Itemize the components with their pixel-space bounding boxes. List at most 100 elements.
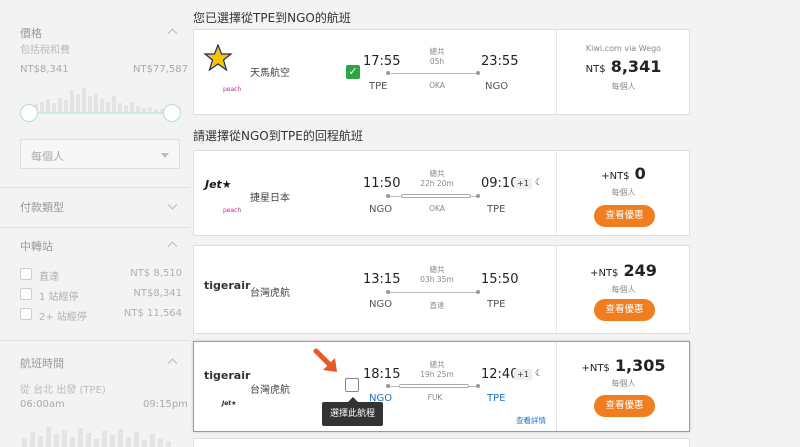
airline-name: 台灣虎航 (250, 385, 290, 396)
payment-type-filter-title[interactable]: 付款類型 (20, 199, 64, 215)
airline-name: 台灣虎航 (250, 288, 290, 299)
arrive-time: 23:55 (481, 54, 519, 69)
view-deal-button[interactable]: 查看優惠 (594, 395, 655, 417)
price-max-label: NT$77,587 (133, 64, 188, 75)
route-segment-bar (399, 384, 469, 388)
duration-label: 總共 (429, 169, 445, 178)
arrive-airport: TPE (487, 393, 506, 404)
next-day-badge: +1 (514, 178, 532, 189)
divider (0, 340, 190, 341)
price-slider-track[interactable] (28, 112, 172, 114)
stops-option-two-plus[interactable]: 2+ 站經停 NT$ 11,564 (20, 308, 182, 323)
tooltip-arrow (348, 397, 358, 402)
price-min-label: NT$8,341 (20, 64, 69, 75)
stops-option-price: NT$8,341 (133, 288, 182, 299)
route-dot (476, 384, 480, 388)
stop-airport: OKA (429, 81, 445, 90)
jetstar-small-logo: Jet★ (222, 400, 237, 407)
per-person-select[interactable]: 每個人 (20, 139, 180, 169)
price: +NT$ 1,305 (556, 356, 691, 375)
depart-airport: TPE (369, 81, 388, 92)
duration-value: 05h (429, 57, 445, 66)
route-dot (386, 71, 390, 75)
stops-option-direct[interactable]: 直達 NT$ 8,510 (20, 268, 182, 283)
jetstar-logo: Jet★ (205, 178, 232, 191)
depart-time: 11:50 (363, 176, 401, 191)
checkbox[interactable] (20, 268, 32, 280)
arrive-airport: TPE (487, 204, 506, 215)
chevron-up-icon[interactable] (167, 28, 178, 39)
flight-time-start: 06:00am (20, 399, 65, 410)
duration-value: 03h 35m (420, 275, 454, 284)
depart-airport: NGO (369, 299, 393, 310)
route-dot (476, 71, 480, 75)
price-amount: 1,305 (614, 356, 666, 375)
currency: +NT$ (581, 363, 610, 374)
stops-option-label: 1 站經停 (39, 292, 79, 303)
price: NT$ 8,341 (556, 57, 691, 76)
price-slider-min-handle[interactable] (20, 104, 38, 122)
price-slider-max-handle[interactable] (163, 104, 181, 122)
view-details-link[interactable]: 查看詳情 (516, 415, 546, 426)
duration-label: 總共 (429, 47, 445, 56)
stops-option-price: NT$ 8,510 (130, 268, 182, 279)
route-line (388, 73, 478, 74)
stops-option-label: 直達 (39, 272, 59, 283)
price-amount: 0 (634, 164, 646, 183)
view-deal-button[interactable]: 查看優惠 (594, 299, 655, 321)
price-amount: 8,341 (610, 57, 662, 76)
duration-value: 22h 20m (420, 179, 454, 188)
currency: +NT$ (590, 268, 619, 279)
logo-text: tigerair (204, 369, 251, 382)
arrive-time: 09:10 (481, 176, 519, 191)
outbound-section-title: 您已選擇從TPE到NGO的航班 (193, 11, 351, 25)
route-dot (476, 194, 480, 198)
return-flight-card[interactable]: Jet★ peach 捷星日本 11:50 NGO 總共 22h 20m OKA… (193, 150, 690, 236)
return-flight-card-hovered[interactable]: tigerair Jet★ 台灣虎航 18:15 NGO 總共 19h 25m … (193, 341, 690, 432)
stops-option-one-stop[interactable]: 1 站經停 NT$8,341 (20, 288, 182, 303)
select-flight-checkbox[interactable] (345, 378, 359, 392)
tigerair-logo: tigerair (204, 279, 250, 292)
filter-sidebar: 價格 包括稅和費 NT$8,341 NT$77,587 每個人 付款類型 中轉站… (0, 0, 190, 447)
duration-label: 總共 (429, 360, 445, 369)
stops-option-price: NT$ 11,564 (123, 308, 182, 319)
stop-airport: FUK (427, 393, 443, 402)
logo-text: tigerair (204, 279, 251, 292)
route-dot (476, 290, 480, 294)
price: +NT$ 249 (556, 261, 691, 280)
return-flight-card[interactable]: tigerair 台灣虎航 13:15 NGO 總共 03h 35m 直達 15… (193, 245, 690, 334)
divider (0, 187, 190, 188)
per-person-label: 每個人 (611, 379, 636, 388)
price-amount: 249 (623, 261, 657, 280)
pointer-arrow-icon (313, 348, 337, 372)
per-person-label: 每個人 (611, 285, 636, 294)
select-flight-tooltip: 選擇此航程 (322, 397, 383, 426)
route-dot (386, 194, 390, 198)
stop-airport: OKA (429, 204, 445, 213)
selected-outbound-card[interactable]: peach 天馬航空 ✓ 17:55 TPE 總共 05h OKA 23:55 … (193, 29, 690, 115)
duration-label: 總共 (429, 265, 445, 274)
checkbox[interactable] (20, 288, 32, 300)
return-section-title: 請選擇從NGO到TPE的回程航班 (193, 129, 363, 143)
flight-time-filter-title[interactable]: 航班時間 (20, 355, 64, 371)
skymark-star-logo (203, 44, 233, 72)
airline-logo-sub: peach (223, 86, 242, 93)
moon-icon: ☾ (535, 369, 544, 379)
moon-icon: ☾ (535, 178, 544, 188)
price-filter-title[interactable]: 價格 (20, 25, 42, 41)
view-deal-button[interactable]: 查看優惠 (594, 205, 655, 227)
return-flight-card[interactable] (193, 438, 690, 447)
route-segment-bar (401, 194, 471, 198)
depart-time: 18:15 (363, 367, 401, 382)
stops-filter-title[interactable]: 中轉站 (20, 238, 53, 254)
chevron-up-icon[interactable] (167, 358, 178, 369)
route-dot (386, 384, 390, 388)
chevron-up-icon[interactable] (167, 241, 178, 252)
chevron-down-icon[interactable] (167, 199, 178, 210)
arrive-time: 12:40 (481, 367, 519, 382)
airline-logo-sub: peach (223, 207, 242, 214)
stop-label: 直達 (429, 301, 445, 310)
price-filter-subtitle: 包括稅和費 (20, 45, 70, 56)
checkbox[interactable] (20, 308, 32, 320)
selected-check-icon[interactable]: ✓ (346, 65, 360, 79)
